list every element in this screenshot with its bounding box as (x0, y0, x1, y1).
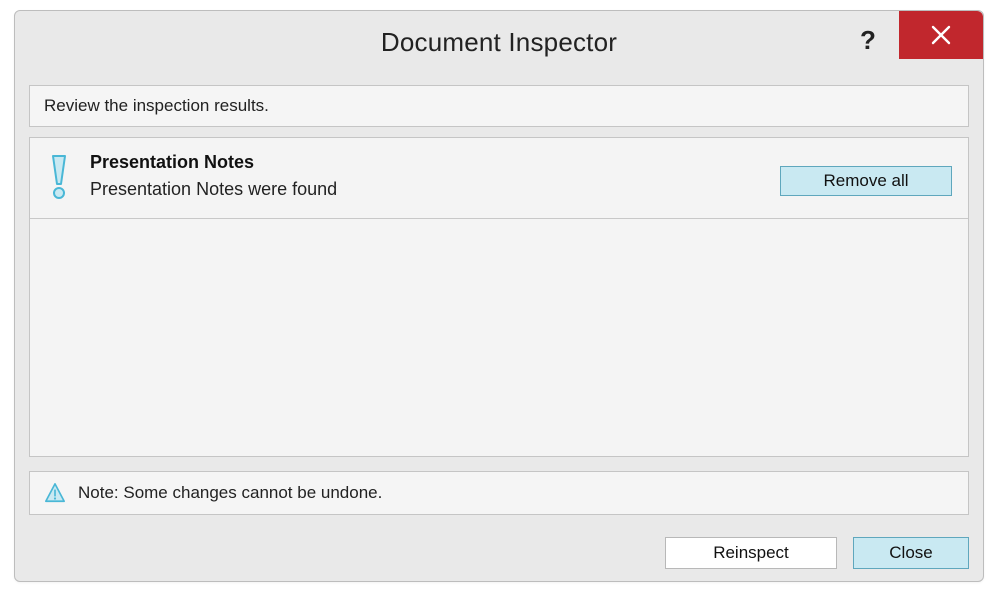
remove-all-button[interactable]: Remove all (780, 166, 952, 196)
results-panel: Presentation Notes Presentation Notes we… (29, 137, 969, 457)
exclamation-icon (46, 154, 72, 200)
reinspect-button[interactable]: Reinspect (665, 537, 837, 569)
help-button[interactable]: ? (851, 23, 885, 57)
instruction-bar: Review the inspection results. (29, 85, 969, 127)
window-close-button[interactable] (899, 11, 983, 59)
close-button[interactable]: Close (853, 537, 969, 569)
close-label: Close (889, 543, 932, 563)
note-text: Note: Some changes cannot be undone. (78, 483, 382, 503)
warning-icon (44, 482, 66, 504)
dialog-title: Document Inspector (381, 27, 617, 58)
help-icon: ? (860, 25, 876, 56)
note-panel: Note: Some changes cannot be undone. (29, 471, 969, 515)
result-description: Presentation Notes were found (90, 179, 780, 200)
instruction-text: Review the inspection results. (44, 96, 269, 116)
result-title: Presentation Notes (90, 152, 780, 173)
title-bar: Document Inspector ? (15, 11, 983, 73)
dialog-footer: Reinspect Close (665, 537, 969, 569)
close-icon (929, 23, 953, 47)
result-row: Presentation Notes Presentation Notes we… (30, 138, 968, 219)
result-text-block: Presentation Notes Presentation Notes we… (90, 152, 780, 200)
reinspect-label: Reinspect (713, 543, 789, 563)
remove-all-label: Remove all (823, 171, 908, 191)
document-inspector-dialog: Document Inspector ? Review the inspecti… (14, 10, 984, 582)
